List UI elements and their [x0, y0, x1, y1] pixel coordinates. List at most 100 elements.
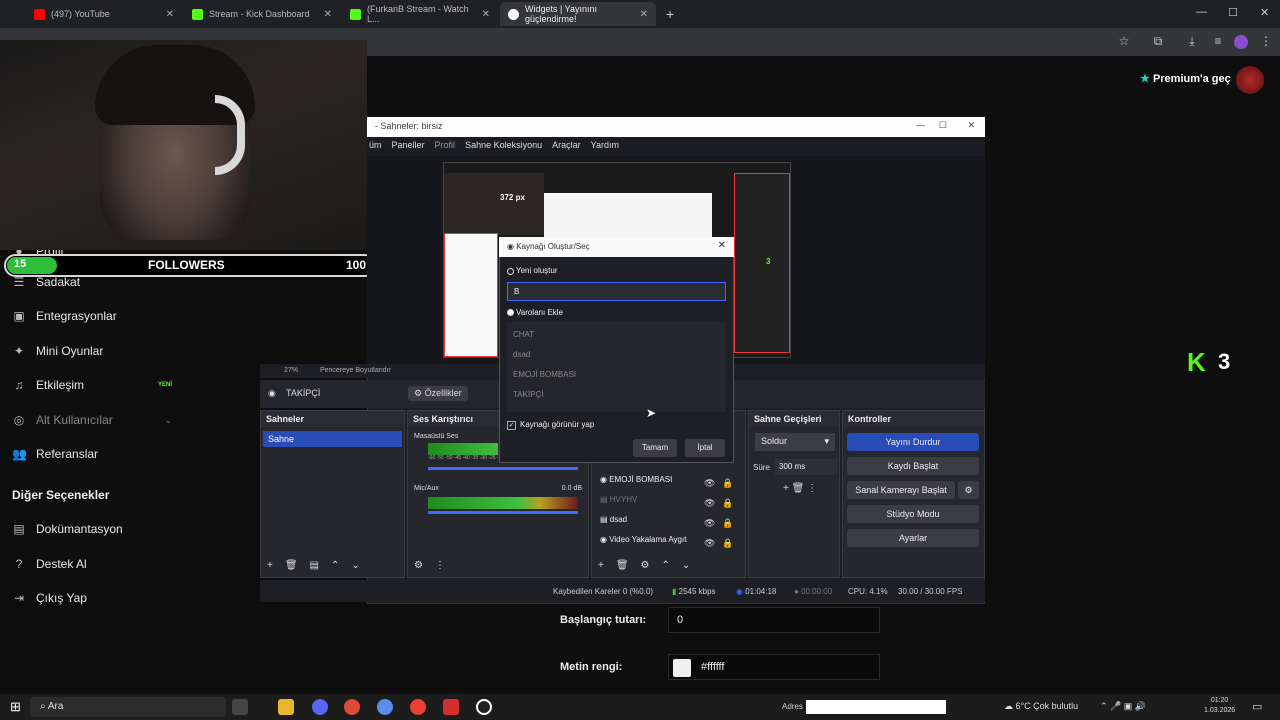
sidebar-item-referanslar[interactable]: 👥 Referanslar [12, 447, 172, 461]
notification-icon[interactable]: ▭ [1252, 700, 1262, 713]
chrome-profile-icon[interactable] [410, 699, 426, 715]
visible-checkbox[interactable]: ✓ [507, 421, 516, 430]
close-icon[interactable]: ✕ [640, 9, 648, 20]
source-item[interactable]: ▤ dsad [600, 515, 627, 524]
delete-icon[interactable]: 🗑 [792, 483, 805, 494]
browser-tab-kick-watch[interactable]: (FurkanB Stream - Watch L... ✕ [342, 2, 498, 26]
start-amount-input[interactable]: 0 [668, 607, 880, 633]
windows-start-icon[interactable]: ⊞ [10, 699, 21, 715]
close-icon[interactable]: ✕ [718, 240, 726, 251]
sidebar-item-dokumantasyon[interactable]: ▤ Dokümantasyon [12, 522, 172, 536]
menu-item-sahne-koleksiyonu[interactable]: Sahne Koleksiyonu [465, 140, 542, 153]
text-color-input[interactable]: #ffffff [668, 654, 880, 680]
close-icon[interactable]: ✕ [967, 120, 975, 131]
sidebar-item-alt-kullanicilar[interactable]: ◎ Alt Kullanıcılar ⌄ [12, 413, 172, 427]
menu-dots-icon[interactable]: ⋮ [807, 483, 817, 494]
list-item[interactable]: CHAT [513, 330, 534, 339]
tray-icons[interactable]: ⌃ 🎤 ▣ 🔊 [1100, 701, 1146, 712]
source-item[interactable]: ◉ Video Yakalama Aygıt [600, 535, 686, 544]
bookmark-star-icon[interactable]: ☆ [1116, 34, 1132, 48]
start-recording-button[interactable]: Kaydı Başlat [847, 457, 979, 475]
up-icon[interactable]: ⌃ [331, 560, 339, 574]
browser-tab-widgets[interactable]: Widgets | Yayınını güçlendirme! ✕ [500, 2, 656, 26]
radio-existing[interactable] [507, 309, 514, 316]
browser-tab-youtube[interactable]: (497) YouTube ✕ [26, 2, 182, 26]
menu-dots-icon[interactable]: ⋮ [1258, 34, 1274, 48]
app-icon[interactable] [377, 699, 393, 715]
delete-icon[interactable]: 🗑 [616, 560, 629, 574]
maximize-icon[interactable]: ☐ [1228, 6, 1238, 19]
down-icon[interactable]: ⌄ [351, 560, 359, 574]
close-icon[interactable]: ✕ [324, 9, 332, 20]
file-explorer-icon[interactable] [278, 699, 294, 715]
list-item[interactable]: dsad [513, 350, 530, 359]
stop-stream-button[interactable]: Yayını Durdur [847, 433, 979, 451]
volume-slider[interactable] [428, 467, 578, 470]
menu-item-araclar[interactable]: Araçlar [552, 140, 581, 153]
discord-icon[interactable] [312, 699, 328, 715]
filter-icon[interactable]: ▤ [310, 560, 319, 574]
avatar[interactable] [1236, 66, 1264, 94]
browser-tab-kick-dashboard[interactable]: Stream - Kick Dashboard ✕ [184, 2, 340, 26]
scene-item[interactable]: Sahne [263, 431, 402, 447]
menu-item-yardim[interactable]: Yardım [591, 140, 619, 153]
task-view-icon[interactable] [232, 699, 248, 715]
close-icon[interactable]: ✕ [482, 9, 490, 20]
volume-slider[interactable] [428, 511, 578, 514]
duration-input[interactable]: 300 ms [775, 459, 837, 475]
up-icon[interactable]: ⌃ [662, 560, 670, 574]
source-name-input[interactable]: B [507, 282, 726, 301]
menu-item-paneller[interactable]: Paneller [392, 140, 425, 153]
clock[interactable]: 01:20 1.03.2026 [1204, 696, 1235, 716]
delete-icon[interactable]: 🗑 [285, 560, 298, 574]
sidebar-item-cikis-yap[interactable]: ⇥ Çıkış Yap [12, 591, 172, 605]
taskbar-search[interactable]: ⌕ Ara [30, 697, 226, 717]
media-icon[interactable]: ≡ [1210, 34, 1226, 48]
minimize-icon[interactable]: — [1196, 6, 1207, 18]
studio-mode-button[interactable]: Stüdyo Modu [847, 505, 979, 523]
close-icon[interactable]: ✕ [166, 9, 174, 20]
radio-new[interactable] [507, 268, 514, 275]
cancel-button[interactable]: İptal [685, 439, 725, 457]
new-tab-button[interactable]: + [666, 6, 674, 22]
premium-button[interactable]: ★ Premium'a geç [1140, 72, 1231, 85]
sidebar-item-entegrasyonlar[interactable]: ▣ Entegrasyonlar [12, 309, 172, 323]
source-item[interactable]: ◉ EMOJİ BOMBASI [600, 475, 672, 484]
zoom-level[interactable]: 27% [284, 367, 298, 374]
download-icon[interactable]: ⤓ [1184, 34, 1200, 49]
lock-icon[interactable]: 🔒 🔒 🔒 🔒 [722, 473, 733, 553]
sidebar-item-sadakat[interactable]: ☰ Sadakat [12, 275, 172, 289]
settings-button[interactable]: Ayarlar [847, 529, 979, 547]
obs-taskbar-icon[interactable] [476, 699, 492, 715]
chrome-icon[interactable] [344, 699, 360, 715]
menu-item[interactable]: üm [369, 140, 382, 153]
profile-icon[interactable] [1234, 35, 1248, 49]
transition-select[interactable]: Soldur ▾ [755, 433, 835, 451]
sidebar-item-destek-al[interactable]: ? Destek Al [12, 557, 172, 571]
list-item[interactable]: TAKİPÇİ [513, 390, 544, 399]
ok-button[interactable]: Tamam [633, 439, 677, 457]
list-item[interactable]: EMOJİ BOMBASI [513, 370, 576, 379]
menu-item-profil[interactable]: Profil [435, 140, 456, 153]
add-icon[interactable]: + [598, 560, 604, 574]
sidebar-item-etkilesim[interactable]: ♫ Etkileşim YENİ [12, 378, 173, 392]
gear-icon[interactable]: ⚙ [958, 481, 979, 499]
maximize-icon[interactable]: ☐ [939, 120, 947, 131]
menu-dots-icon[interactable]: ⋮ [435, 560, 445, 574]
start-virtual-camera-button[interactable]: Sanal Kamerayı Başlat [847, 481, 955, 499]
color-swatch[interactable] [673, 659, 691, 677]
close-window-icon[interactable]: ✕ [1260, 6, 1269, 19]
app-red-icon[interactable] [443, 699, 459, 715]
gear-icon[interactable]: ⚙ [414, 560, 423, 574]
down-icon[interactable]: ⌄ [682, 560, 690, 574]
add-icon[interactable]: + [267, 560, 273, 574]
properties-button[interactable]: ⚙ Özellikler [408, 386, 468, 401]
visibility-icon[interactable]: 👁 👁 👁 👁 [704, 473, 715, 553]
minimize-icon[interactable]: — [916, 120, 925, 130]
sidebar-item-mini-oyunlar[interactable]: ✦ Mini Oyunlar [12, 344, 172, 358]
extensions-icon[interactable]: ⧉ [1150, 34, 1166, 49]
address-toolbar-input[interactable] [806, 700, 946, 714]
gear-icon[interactable]: ⚙ [641, 560, 650, 574]
zoom-mode[interactable]: Pencereye Boyutlandır [320, 367, 391, 374]
source-item[interactable]: ▤ HVYHV [600, 495, 637, 504]
